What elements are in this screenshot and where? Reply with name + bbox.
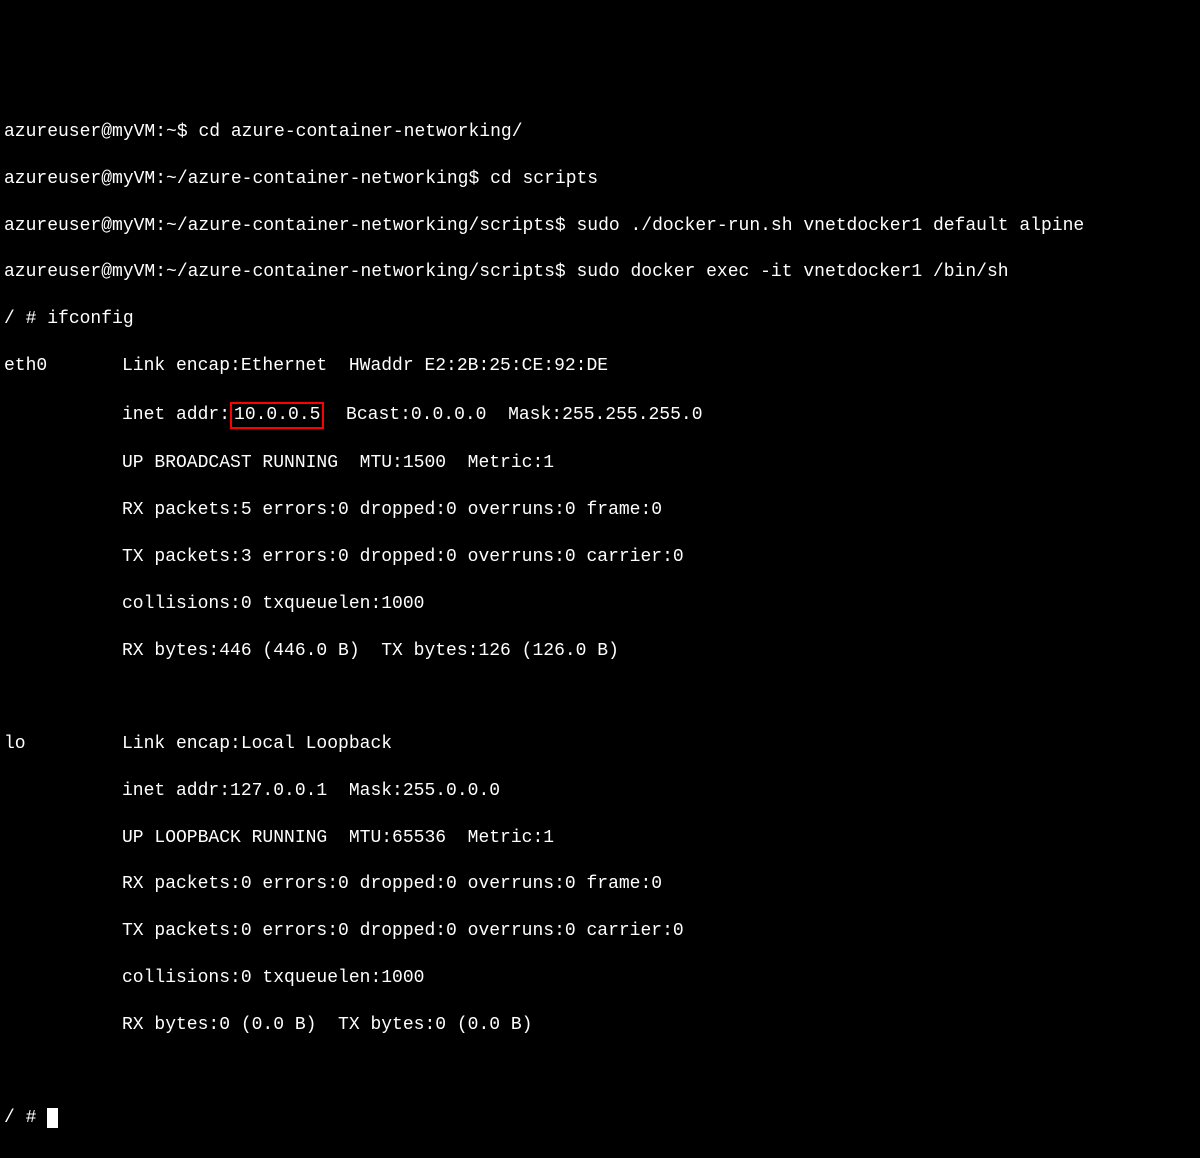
ifconfig-output: inet addr:127.0.0.1 Mask:255.0.0.0 — [4, 780, 1196, 803]
interface-name: lo — [4, 733, 122, 756]
shell-prompt-line[interactable]: / # — [4, 1107, 1196, 1130]
prompt: azureuser@myVM:~/azure-container-network… — [4, 262, 577, 282]
ifconfig-output: UP LOOPBACK RUNNING MTU:65536 Metric:1 — [4, 827, 1196, 850]
ifconfig-output: collisions:0 txqueuelen:1000 — [4, 593, 1196, 616]
terminal-output[interactable]: azureuser@myVM:~$ cd azure-container-net… — [4, 98, 1196, 1155]
ifconfig-output: UP BROADCAST RUNNING MTU:1500 Metric:1 — [4, 452, 1196, 475]
cursor-icon — [47, 1108, 58, 1128]
ifconfig-output: TX packets:0 errors:0 dropped:0 overruns… — [4, 920, 1196, 943]
ifconfig-eth0-inet: inet addr:10.0.0.5 Bcast:0.0.0.0 Mask:25… — [4, 402, 1196, 429]
blank-line — [4, 1061, 1196, 1084]
blank-line — [4, 686, 1196, 709]
command-line-4: azureuser@myVM:~/azure-container-network… — [4, 261, 1196, 284]
ifconfig-output: RX bytes:446 (446.0 B) TX bytes:126 (126… — [4, 640, 1196, 663]
ifconfig-eth0-header: eth0Link encap:Ethernet HWaddr E2:2B:25:… — [4, 355, 1196, 378]
shell-prompt: / # — [4, 1108, 47, 1128]
command-text: cd scripts — [490, 169, 598, 189]
prompt: azureuser@myVM:~/azure-container-network… — [4, 169, 490, 189]
ifconfig-output: collisions:0 txqueuelen:1000 — [4, 967, 1196, 990]
ifconfig-output: RX packets:0 errors:0 dropped:0 overruns… — [4, 873, 1196, 896]
ifconfig-output: RX bytes:0 (0.0 B) TX bytes:0 (0.0 B) — [4, 1014, 1196, 1037]
command-line-2: azureuser@myVM:~/azure-container-network… — [4, 168, 1196, 191]
output-text: Bcast:0.0.0.0 Mask:255.255.255.0 — [324, 405, 702, 425]
command-text: cd azure-container-networking/ — [198, 122, 522, 142]
ifconfig-lo-header: loLink encap:Local Loopback — [4, 733, 1196, 756]
command-text: sudo docker exec -it vnetdocker1 /bin/sh — [577, 262, 1009, 282]
command-line-1: azureuser@myVM:~$ cd azure-container-net… — [4, 121, 1196, 144]
command-line-3: azureuser@myVM:~/azure-container-network… — [4, 215, 1196, 238]
ifconfig-output: RX packets:5 errors:0 dropped:0 overruns… — [4, 499, 1196, 522]
prompt: azureuser@myVM:~/azure-container-network… — [4, 216, 577, 236]
output-text: Link encap:Ethernet HWaddr E2:2B:25:CE:9… — [122, 356, 608, 376]
shell-prompt: / # — [4, 309, 47, 329]
interface-name: eth0 — [4, 355, 122, 378]
prompt: azureuser@myVM:~$ — [4, 122, 198, 142]
highlighted-ip: 10.0.0.5 — [230, 402, 324, 429]
output-text: Link encap:Local Loopback — [122, 734, 392, 754]
ifconfig-output: TX packets:3 errors:0 dropped:0 overruns… — [4, 546, 1196, 569]
command-text: sudo ./docker-run.sh vnetdocker1 default… — [577, 216, 1085, 236]
command-line-5: / # ifconfig — [4, 308, 1196, 331]
output-text: inet addr: — [122, 405, 230, 425]
command-text: ifconfig — [47, 309, 133, 329]
